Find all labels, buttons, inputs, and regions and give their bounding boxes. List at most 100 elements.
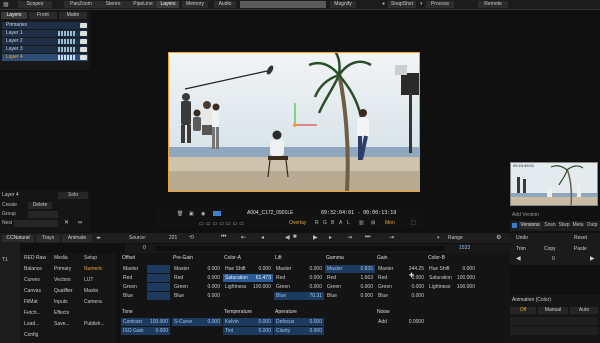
go-start-icon[interactable]: ⏮ bbox=[221, 234, 226, 241]
layer-row[interactable]: Layer 3 bbox=[2, 46, 88, 53]
menu-stereo[interactable]: Stereo bbox=[98, 1, 128, 8]
tool-media[interactable]: Media bbox=[54, 255, 68, 262]
field-value[interactable]: 0.000 bbox=[198, 318, 222, 326]
tool-load[interactable]: Load... bbox=[24, 321, 39, 328]
tool-effects[interactable]: Effects bbox=[54, 310, 69, 317]
field-value[interactable] bbox=[147, 265, 170, 273]
tool-masks[interactable]: Masks bbox=[84, 288, 98, 295]
next-mark-icon[interactable]: ⇥ bbox=[347, 234, 352, 241]
range-dropdown-icon[interactable]: ▾ bbox=[437, 235, 440, 241]
eye-icon[interactable] bbox=[80, 23, 87, 28]
field-value[interactable] bbox=[147, 292, 170, 300]
tab-trays[interactable]: Trays bbox=[36, 235, 60, 242]
field-value[interactable]: 0.000 bbox=[402, 292, 426, 300]
timeline-scrubber[interactable] bbox=[155, 246, 445, 251]
copy-button[interactable]: Copy bbox=[544, 246, 556, 253]
tool-lut[interactable]: LUT bbox=[84, 277, 93, 284]
settings-gear-icon[interactable]: ⚙ bbox=[496, 234, 501, 241]
tool-red-raw[interactable]: RED Raw bbox=[24, 255, 46, 262]
close-icon[interactable]: ✕ bbox=[64, 220, 69, 227]
step-forward-icon[interactable]: ▸ bbox=[329, 234, 332, 241]
menu-pipeline[interactable]: PipeLine bbox=[128, 1, 158, 8]
menu-audio[interactable]: Audio bbox=[214, 1, 236, 8]
animation-manual-button[interactable]: Manual bbox=[538, 307, 568, 314]
eye-icon[interactable] bbox=[80, 47, 87, 52]
field-value[interactable]: 0.000 bbox=[300, 274, 324, 282]
field-value[interactable]: 0.0000 bbox=[402, 318, 426, 326]
paste-button[interactable]: Paste bbox=[574, 246, 587, 253]
window-icon[interactable] bbox=[213, 211, 221, 216]
menu-process[interactable]: Process bbox=[426, 1, 454, 8]
tool-filmat[interactable]: FilMat bbox=[24, 299, 38, 306]
field-value[interactable]: 0.000 bbox=[147, 327, 170, 335]
layer-row[interactable]: Layer 1 bbox=[2, 30, 88, 37]
tool-setup[interactable]: Setup bbox=[84, 255, 97, 262]
channel-g[interactable]: G bbox=[323, 220, 327, 227]
eye-icon[interactable] bbox=[80, 55, 87, 60]
tab-meta[interactable]: Meta bbox=[571, 222, 585, 229]
source-value[interactable]: 221 bbox=[169, 235, 177, 242]
field-value[interactable]: 0.000 bbox=[300, 265, 324, 273]
camera-icon[interactable]: ▣ bbox=[189, 211, 194, 217]
overlay-button[interactable]: Overlay bbox=[289, 220, 306, 227]
channel-l[interactable]: L bbox=[347, 220, 350, 227]
field-value[interactable]: 0.000 bbox=[300, 283, 324, 291]
animation-field[interactable] bbox=[510, 327, 598, 335]
field-value[interactable]: 0.000 bbox=[249, 318, 273, 326]
transport-icons[interactable]: ▭▭▭▭▭▭▭ bbox=[199, 221, 246, 227]
layer-row[interactable]: Layer 2 bbox=[2, 38, 88, 45]
field-value[interactable] bbox=[147, 283, 170, 291]
field-value[interactable]: 0.000 bbox=[300, 318, 324, 326]
tool-inputs[interactable]: Inputs bbox=[54, 299, 68, 306]
field-value[interactable]: 70.31 bbox=[300, 292, 324, 300]
undo-button[interactable]: Undo bbox=[516, 235, 528, 242]
tab-ccnatural[interactable]: CCNatural bbox=[2, 235, 34, 242]
tool-vectors[interactable]: Vectors bbox=[54, 277, 71, 284]
field-value[interactable]: 0.000 bbox=[402, 283, 426, 291]
prev-arrow-icon[interactable]: ◀ bbox=[516, 256, 521, 263]
step-back-icon[interactable]: ◂ bbox=[261, 234, 264, 241]
add-version-button[interactable]: Add Version bbox=[512, 212, 539, 219]
tab-stwp[interactable]: Stwp bbox=[557, 222, 571, 229]
menu-magnify[interactable]: Magnify bbox=[330, 1, 356, 8]
menu-scopes[interactable]: Scopes bbox=[18, 1, 52, 8]
tool-qualifier[interactable]: Qualifier bbox=[54, 288, 73, 295]
link-icon[interactable]: ∞ bbox=[78, 220, 82, 227]
tab-matte[interactable]: Matte bbox=[59, 12, 87, 19]
go-end-icon[interactable]: ⏭ bbox=[365, 234, 370, 241]
tab-arrow-icon[interactable]: ◂▸ bbox=[96, 235, 101, 241]
tool-publish[interactable]: Publish... bbox=[84, 321, 105, 328]
field-value[interactable]: 0.000 bbox=[198, 283, 222, 291]
menu-panzoom[interactable]: PanZoom bbox=[64, 1, 98, 8]
field-value[interactable]: 0.000 bbox=[300, 327, 324, 335]
field-value[interactable]: 100.000 bbox=[455, 283, 477, 291]
range-value[interactable]: 1533 bbox=[459, 245, 470, 252]
menu-memory[interactable]: Memory bbox=[182, 1, 208, 8]
grid-icon[interactable]: ⊞ bbox=[371, 220, 375, 226]
menu-blank-field[interactable] bbox=[240, 1, 326, 8]
play-back-icon[interactable]: ◀ bbox=[285, 234, 290, 241]
field-value[interactable]: 0.000 bbox=[198, 274, 222, 282]
field-value[interactable]: 1.663 bbox=[351, 274, 375, 282]
field-value[interactable]: 0.000 bbox=[198, 265, 222, 273]
menu-grid-icon[interactable]: ▦ bbox=[3, 2, 9, 8]
layer-row-selected[interactable]: Layer 4 bbox=[2, 54, 88, 61]
mon-button[interactable]: Mon bbox=[385, 220, 395, 227]
field-value[interactable]: 244.25 bbox=[402, 265, 426, 273]
tool-camera[interactable]: Camera bbox=[84, 299, 102, 306]
menu-layers[interactable]: Layers bbox=[157, 1, 179, 8]
field-value[interactable]: 100.000 bbox=[147, 318, 170, 326]
split-icon[interactable]: ▥ bbox=[359, 220, 364, 226]
record-icon[interactable]: ◉ bbox=[201, 211, 205, 217]
field-value[interactable]: 0.000 bbox=[198, 292, 222, 300]
reset-button[interactable]: Reset bbox=[574, 235, 587, 242]
field-value[interactable]: 0.000 bbox=[351, 283, 375, 291]
tool-fetch[interactable]: Fetch... bbox=[24, 310, 41, 317]
tool-primary[interactable]: Primary bbox=[54, 266, 71, 273]
eye-icon[interactable] bbox=[80, 39, 87, 44]
animation-field[interactable] bbox=[510, 317, 598, 325]
snapshot-thumbnail[interactable]: 09:23:45:01 bbox=[510, 162, 598, 206]
viewer-frame[interactable] bbox=[168, 52, 420, 192]
stop-icon[interactable]: ■ bbox=[293, 234, 297, 240]
menu-snapshot[interactable]: SnapShot bbox=[388, 1, 416, 8]
